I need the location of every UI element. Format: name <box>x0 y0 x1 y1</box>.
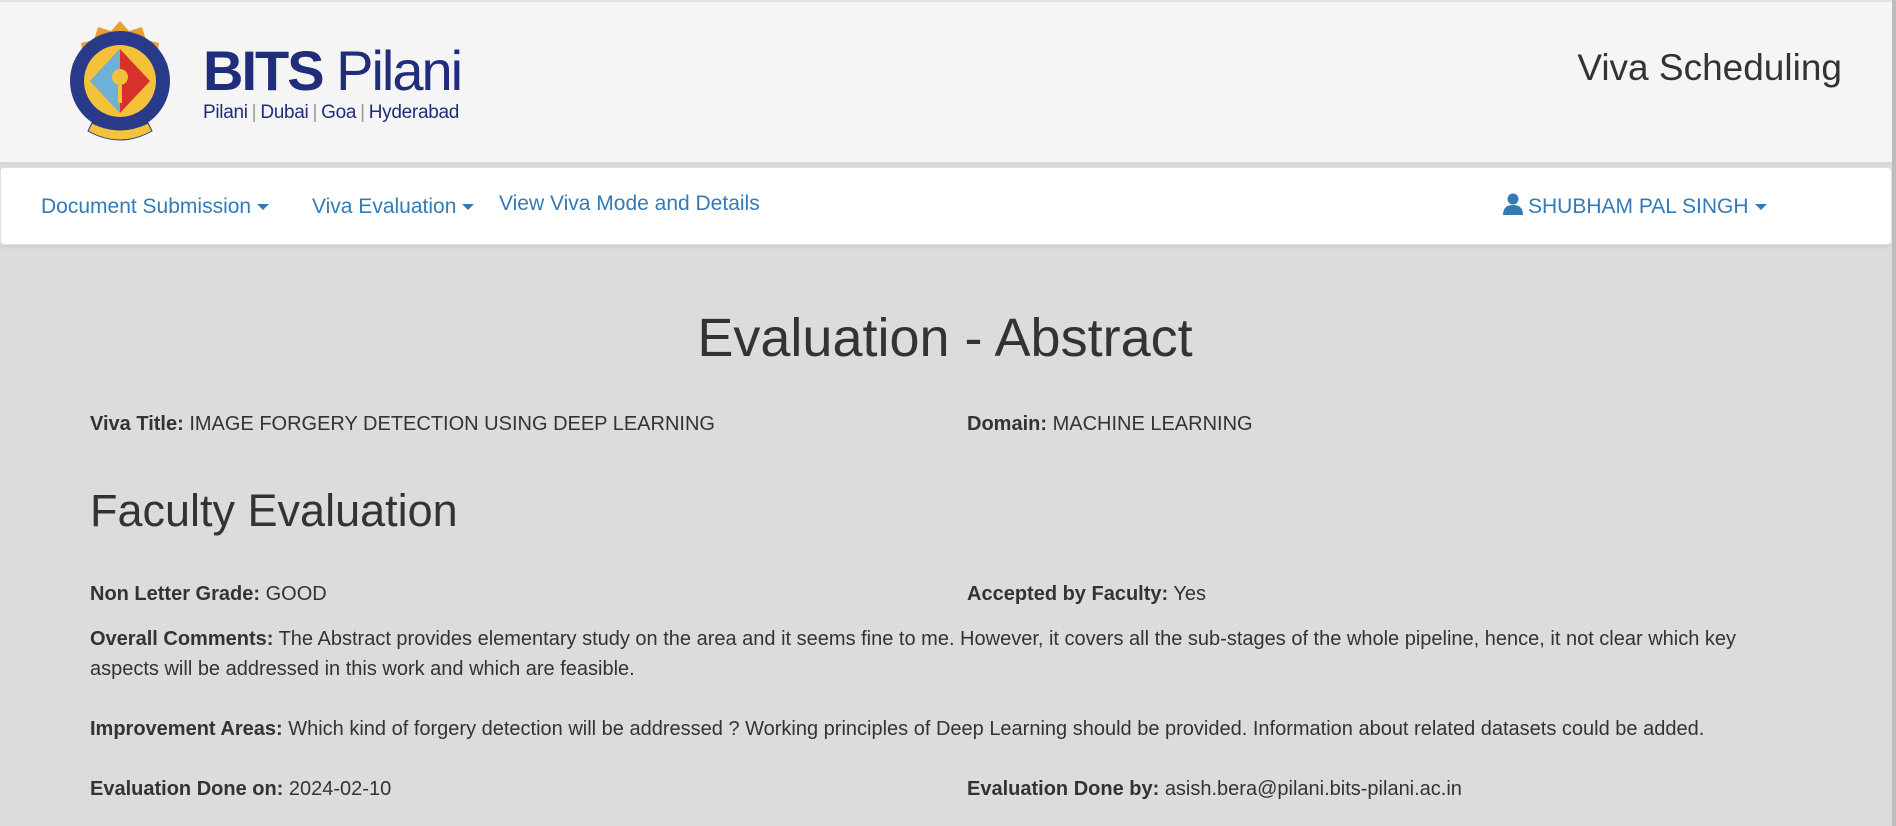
logo-campuses: Pilani | Dubai | Goa | Hyderabad <box>203 102 460 123</box>
campus-dubai: Dubai <box>260 102 309 123</box>
viva-title-label: Viva Title: <box>90 413 184 435</box>
window-scrollbar[interactable] <box>1892 0 1896 826</box>
nav-viva-evaluation[interactable]: Viva Evaluation <box>312 168 475 246</box>
user-name: SHUBHAM PAL SINGH <box>1528 195 1749 218</box>
nav-view-viva-mode[interactable]: View Viva Mode and Details <box>499 165 760 243</box>
overall-comments-label: Overall Comments: <box>90 628 274 650</box>
campus-pilani: Pilani <box>203 102 248 123</box>
domain-field: Domain: MACHINE LEARNING <box>967 413 1253 436</box>
evaluation-date-field: Evaluation Done on: 2024-02-10 <box>90 778 391 801</box>
evaluated-by-label: Evaluation Done by: <box>967 778 1160 800</box>
evaluated-by-value: asish.bera@pilani.bits-pilani.ac.in <box>1164 778 1462 800</box>
accepted-field: Accepted by Faculty: Yes <box>967 583 1206 606</box>
domain-label: Domain: <box>967 413 1047 435</box>
caret-down-icon <box>1754 204 1767 211</box>
main-navbar: Document Submission Viva Evaluation View… <box>0 167 1892 245</box>
main-content: Evaluation - Abstract Viva Title: IMAGE … <box>0 245 1896 826</box>
evaluation-date-value: 2024-02-10 <box>288 778 392 800</box>
nav-document-submission[interactable]: Document Submission <box>41 168 270 246</box>
caret-down-icon <box>257 204 270 211</box>
overall-comments-value: The Abstract provides elementary study o… <box>90 628 1737 680</box>
overall-comments-field: Overall Comments: The Abstract provides … <box>90 624 1810 684</box>
page-title: Evaluation - Abstract <box>697 308 1193 368</box>
grade-value: GOOD <box>265 583 327 605</box>
grade-field: Non Letter Grade: GOOD <box>90 583 327 606</box>
section-heading: Faculty Evaluation <box>90 485 458 536</box>
nav-viva-evaluation-label: Viva Evaluation <box>312 195 457 218</box>
evaluated-by-field: Evaluation Done by: asish.bera@pilani.bi… <box>967 778 1462 801</box>
grade-label: Non Letter Grade: <box>90 583 261 605</box>
caret-down-icon <box>462 204 475 211</box>
nav-document-submission-label: Document Submission <box>41 195 252 218</box>
evaluation-date-label: Evaluation Done on: <box>90 778 284 800</box>
campus-hyderabad: Hyderabad <box>368 102 460 123</box>
logo-text: BITS Pilani Pilani | Dubai | Goa | Hyderabad <box>203 39 463 124</box>
nav-view-viva-mode-label: View Viva Mode and Details <box>499 192 760 215</box>
campus-goa: Goa <box>321 102 357 123</box>
improvement-areas-label: Improvement Areas: <box>90 718 283 740</box>
logo-wordmark: BITS Pilani <box>203 39 463 102</box>
accepted-label: Accepted by Faculty: <box>967 583 1169 605</box>
app-title: Viva Scheduling <box>1577 47 1842 88</box>
viva-title-field: Viva Title: IMAGE FORGERY DETECTION USIN… <box>90 413 715 436</box>
bits-emblem-icon <box>70 21 170 141</box>
domain-value: MACHINE LEARNING <box>1052 413 1253 435</box>
viva-title-value: IMAGE FORGERY DETECTION USING DEEP LEARN… <box>189 413 715 435</box>
user-icon <box>1503 193 1523 215</box>
accepted-value: Yes <box>1173 583 1207 605</box>
user-menu[interactable]: SHUBHAM PAL SINGH <box>1503 168 1767 246</box>
improvement-areas-value: Which kind of forgery detection will be … <box>288 718 1705 740</box>
improvement-areas-field: Improvement Areas: Which kind of forgery… <box>90 714 1810 744</box>
site-header: BITS Pilani Pilani | Dubai | Goa | Hyderabad V… <box>0 0 1896 165</box>
